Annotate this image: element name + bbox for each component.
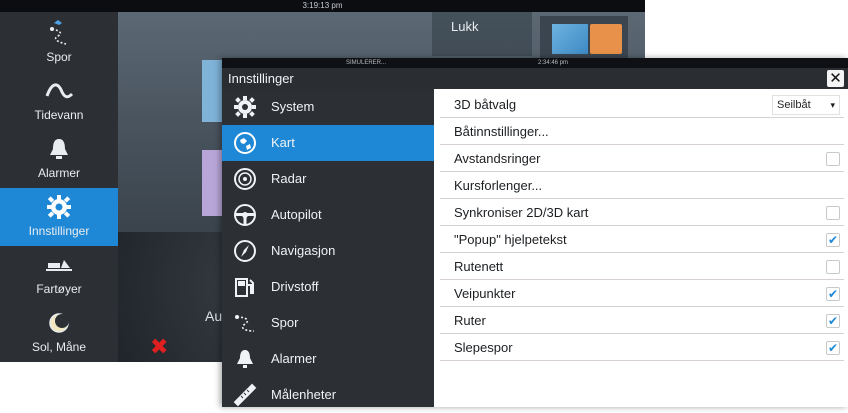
popup-help-checkbox[interactable]: ✔ (826, 233, 840, 247)
side-item-tidevann[interactable]: Tidevann (0, 72, 118, 130)
setting-popup-help[interactable]: "Popup" hjelpetekst ✔ (440, 228, 844, 253)
setting-label: Synkroniser 2D/3D kart (454, 205, 589, 220)
side-item-label: Innstillinger (28, 224, 90, 238)
category-alarmer[interactable]: Alarmer (222, 341, 434, 377)
side-item-spor[interactable]: Spor (0, 14, 118, 72)
setting-label: Veipunkter (454, 286, 516, 301)
side-item-fartoyer[interactable]: Fartøyer (0, 246, 118, 304)
category-navigasjon[interactable]: Navigasjon (222, 233, 434, 269)
dropdown-value: Seilbåt (777, 99, 811, 111)
radar-icon (234, 168, 256, 190)
side-item-label: Spor (46, 50, 72, 64)
category-drivstoff[interactable]: Drivstoff (222, 269, 434, 305)
setting-range-rings[interactable]: Avstandsringer (440, 147, 844, 172)
compass-app-icon[interactable] (590, 24, 622, 54)
side-item-sol-mane[interactable]: Sol, Måne (0, 304, 118, 362)
settings-category-list: System Kart Radar Autopilot Navigasjon D… (222, 89, 434, 407)
setting-boat-settings[interactable]: Båtinnstillinger... (440, 120, 844, 145)
kart-settings-panel: 3D båtvalg Seilbåt ▾ Båtinnstillinger...… (434, 89, 848, 407)
track-icon (50, 20, 67, 45)
category-label: Alarmer (271, 351, 317, 366)
setting-grid[interactable]: Rutenett (440, 255, 844, 280)
setting-label: Rutenett (454, 259, 504, 274)
setting-label: Slepespor (454, 340, 513, 355)
setting-sync-2d-3d[interactable]: Synkroniser 2D/3D kart (440, 201, 844, 226)
gear-icon (234, 96, 256, 118)
fuel-pump-icon (235, 278, 254, 297)
settings-dialog: SIMULERER... 2:34:46 pm Innstillinger ✕ … (222, 58, 848, 407)
ruler-icon (233, 383, 257, 407)
gear-icon (47, 195, 71, 219)
dialog-clock: 2:34:46 pm (538, 60, 569, 66)
bell-icon (50, 139, 68, 159)
sync-2d-3d-checkbox[interactable] (826, 206, 840, 220)
track-icon (235, 315, 255, 332)
red-x-icon[interactable]: ✖ (150, 336, 168, 358)
sun-moon-icon (49, 313, 69, 333)
setting-label: 3D båtvalg (454, 97, 517, 112)
dialog-status-bar: SIMULERER... 2:34:46 pm (222, 58, 848, 68)
background-clock: 3:19:13 pm (302, 1, 343, 10)
side-item-label: Tidevann (34, 108, 84, 122)
vessels-icon (46, 260, 72, 271)
setting-waypoints[interactable]: Veipunkter ✔ (440, 282, 844, 307)
category-label: Målenheter (271, 387, 337, 402)
tide-wave-icon (45, 83, 74, 99)
compass-icon (234, 240, 256, 262)
background-close-label: Lukk (451, 19, 479, 34)
trails-checkbox[interactable]: ✔ (826, 341, 840, 355)
close-icon[interactable]: ✕ (827, 70, 844, 87)
category-radar[interactable]: Radar (222, 161, 434, 197)
steering-wheel-icon (234, 204, 256, 226)
setting-course-extension[interactable]: Kursforlenger... (440, 174, 844, 199)
category-malenheter[interactable]: Målenheter (222, 377, 434, 413)
routes-checkbox[interactable]: ✔ (826, 314, 840, 328)
dialog-title: Innstillinger (228, 71, 294, 86)
setting-label: Avstandsringer (454, 151, 541, 166)
background-side-menu: Spor Tidevann Alarmer Innstillinger Fart… (0, 12, 118, 362)
category-system[interactable]: System (222, 89, 434, 125)
bell-icon (237, 350, 253, 368)
setting-trails[interactable]: Slepespor ✔ (440, 336, 844, 361)
category-label: Kart (271, 135, 295, 150)
category-spor[interactable]: Spor (222, 305, 434, 341)
setting-label: Ruter (454, 313, 486, 328)
setting-3d-boat-select[interactable]: 3D båtvalg Seilbåt ▾ (440, 93, 844, 118)
chart-globe-icon (234, 132, 256, 154)
side-item-alarmer[interactable]: Alarmer (0, 130, 118, 188)
setting-label: Kursforlenger... (454, 178, 543, 193)
background-close-button[interactable] (432, 12, 532, 56)
chart-app-icon[interactable] (552, 24, 588, 54)
category-autopilot[interactable]: Autopilot (222, 197, 434, 233)
category-label: System (271, 99, 315, 114)
setting-label: Båtinnstillinger... (454, 124, 549, 139)
background-status-bar: 3:19:13 pm (0, 0, 645, 12)
waypoints-checkbox[interactable]: ✔ (826, 287, 840, 301)
side-item-label: Fartøyer (36, 282, 82, 296)
dialog-titlebar: Innstillinger ✕ (222, 68, 848, 89)
category-label: Drivstoff (271, 279, 319, 294)
category-label: Navigasjon (271, 243, 336, 258)
side-item-innstillinger[interactable]: Innstillinger (0, 188, 118, 246)
category-label: Spor (271, 315, 299, 330)
category-kart[interactable]: Kart (222, 125, 434, 161)
setting-routes[interactable]: Ruter ✔ (440, 309, 844, 334)
side-item-label: Alarmer (37, 166, 80, 180)
simulating-label: SIMULERER... (346, 60, 387, 66)
background-partial-label: Au (205, 308, 223, 324)
side-item-label: Sol, Måne (31, 340, 87, 354)
range-rings-checkbox[interactable] (826, 152, 840, 166)
category-label: Autopilot (271, 207, 322, 222)
dropdown-arrow-icon: ▾ (830, 100, 835, 110)
category-label: Radar (271, 171, 307, 186)
boat-type-dropdown[interactable]: Seilbåt ▾ (772, 95, 840, 115)
grid-checkbox[interactable] (826, 260, 840, 274)
setting-label: "Popup" hjelpetekst (454, 232, 567, 247)
